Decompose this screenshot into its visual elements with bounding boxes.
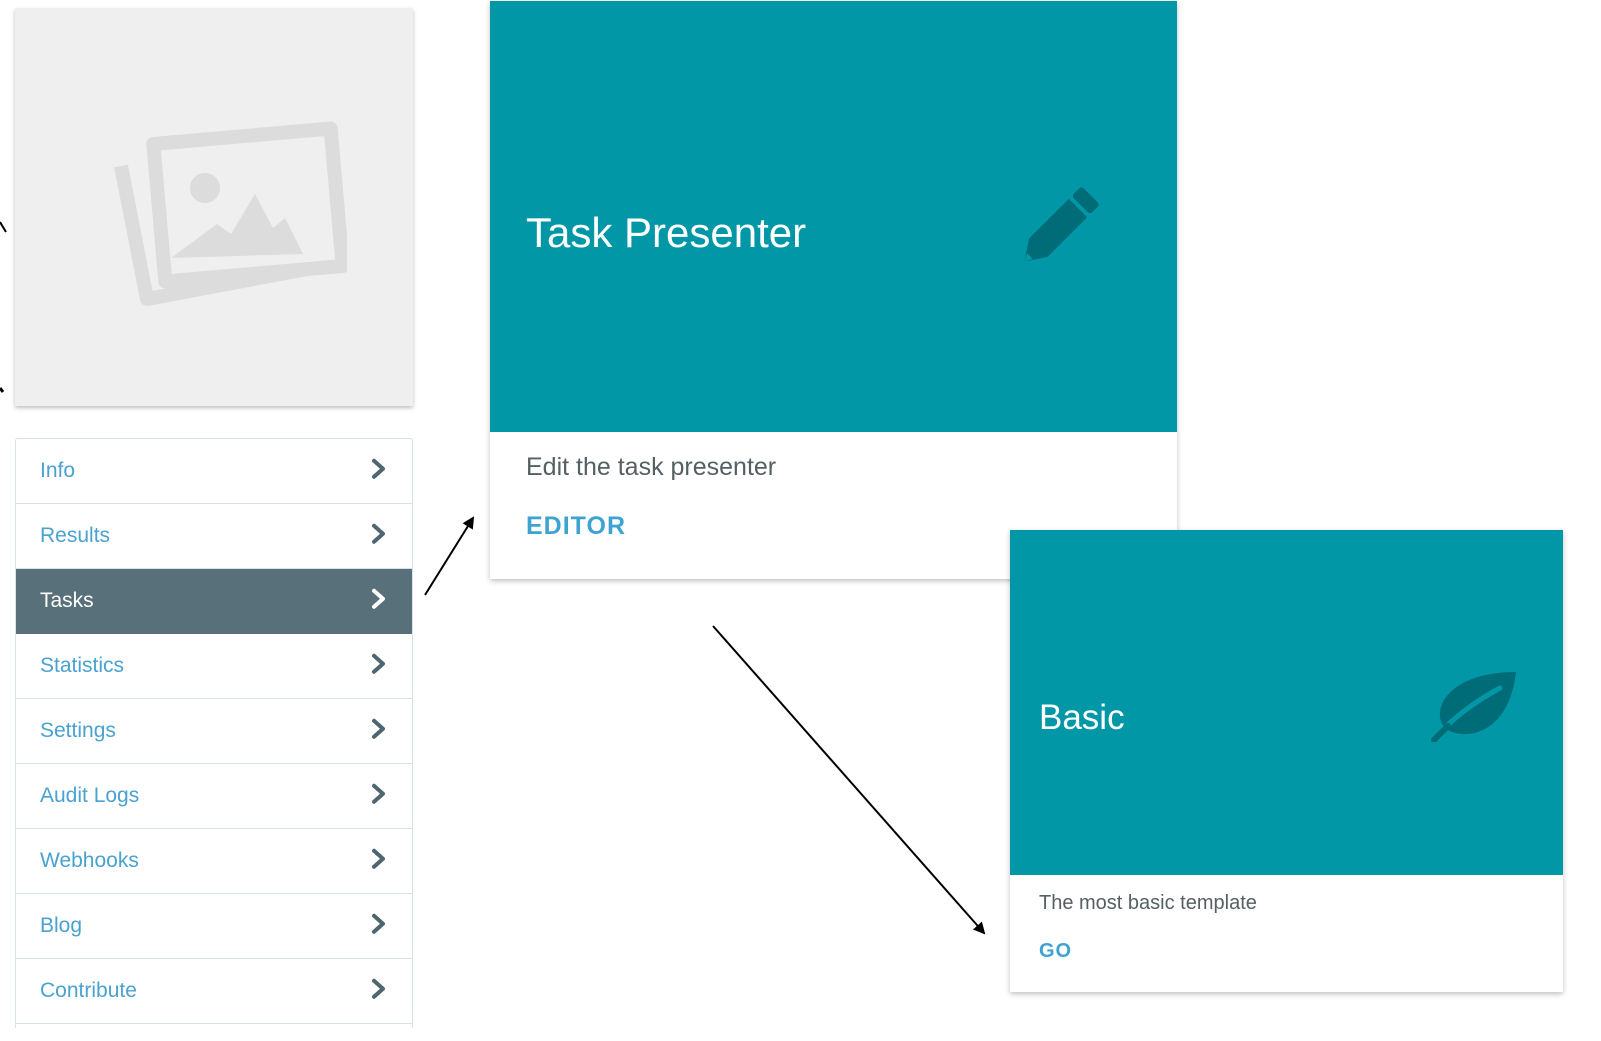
chevron-right-icon bbox=[372, 588, 385, 609]
menu-item-results[interactable]: Results bbox=[16, 504, 412, 569]
menu-item-label: Webhooks bbox=[40, 849, 139, 872]
chevron-right-icon bbox=[372, 913, 385, 934]
pencil-icon bbox=[1024, 187, 1099, 262]
chevron-right-icon bbox=[372, 458, 385, 479]
basic-template-title: Basic bbox=[1039, 698, 1125, 737]
chevron-right-icon bbox=[372, 523, 385, 544]
chevron-right-icon bbox=[372, 783, 385, 804]
menu-item-label: Info bbox=[40, 459, 76, 482]
chevron-right-icon bbox=[372, 718, 385, 739]
project-menu: Info Results Tasks Statistics Settings Audit … bbox=[15, 438, 413, 1028]
menu-item-label: Blog bbox=[40, 914, 83, 937]
menu-item-contribute[interactable]: Contribute bbox=[16, 959, 412, 1024]
menu-item-label: Results bbox=[40, 524, 111, 547]
project-thumbnail bbox=[15, 8, 413, 406]
menu-item-settings[interactable]: Settings bbox=[16, 699, 412, 764]
menu-item-label: Audit Logs bbox=[40, 784, 140, 807]
menu-item-label: Contribute bbox=[40, 979, 137, 1002]
arrow-fragment-left-2 bbox=[0, 387, 5, 393]
image-placeholder-icon bbox=[114, 121, 347, 306]
task-presenter-card: Task Presenter Edit the task presenter E… bbox=[490, 1, 1177, 579]
chevron-right-icon bbox=[372, 978, 385, 999]
go-link[interactable]: GO bbox=[1039, 940, 1072, 963]
menu-item-statistics[interactable]: Statistics bbox=[16, 634, 412, 699]
basic-template-card: Basic The most basic template GO bbox=[1010, 530, 1563, 992]
leaf-icon bbox=[1431, 672, 1516, 742]
chevron-right-icon bbox=[372, 653, 385, 674]
basic-template-hero[interactable]: Basic bbox=[1010, 530, 1563, 875]
editor-link[interactable]: EDITOR bbox=[526, 512, 626, 541]
menu-item-info[interactable]: Info bbox=[16, 439, 412, 504]
task-presenter-description: Edit the task presenter bbox=[526, 453, 777, 481]
arrow-fragment-left bbox=[0, 221, 7, 233]
menu-item-webhooks[interactable]: Webhooks bbox=[16, 829, 412, 894]
menu-item-blog[interactable]: Blog bbox=[16, 894, 412, 959]
task-presenter-title: Task Presenter bbox=[526, 209, 807, 256]
menu-item-audit-logs[interactable]: Audit Logs bbox=[16, 764, 412, 829]
menu-item-label: Statistics bbox=[40, 654, 125, 677]
menu-item-tasks[interactable]: Tasks bbox=[16, 569, 412, 634]
chevron-right-icon bbox=[372, 848, 385, 869]
basic-template-description: The most basic template bbox=[1039, 892, 1257, 914]
task-presenter-hero[interactable]: Task Presenter bbox=[490, 1, 1177, 432]
arrow-to-basic-template bbox=[712, 625, 986, 935]
menu-item-label: Tasks bbox=[40, 589, 94, 612]
menu-item-label: Settings bbox=[40, 719, 116, 742]
arrow-to-task-presenter bbox=[424, 516, 475, 596]
